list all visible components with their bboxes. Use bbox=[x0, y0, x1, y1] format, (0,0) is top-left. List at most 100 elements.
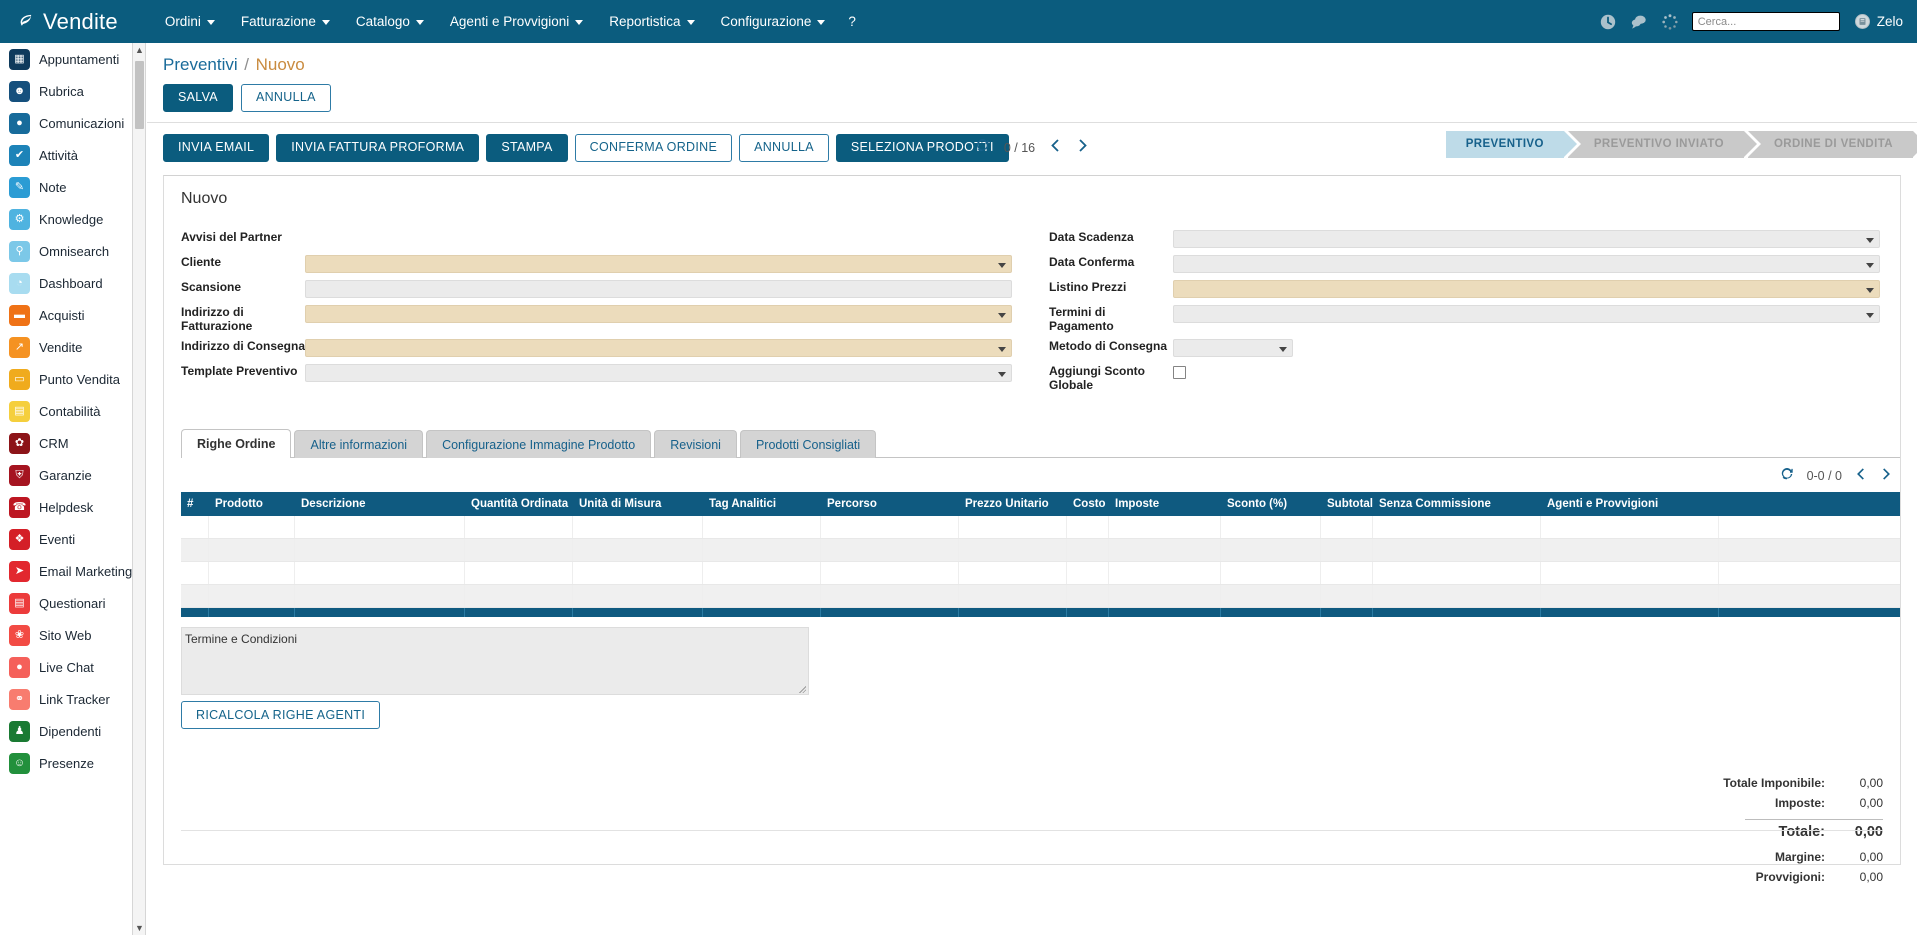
column-header[interactable]: Tag Analitici bbox=[703, 498, 821, 510]
sidebar-item-appuntamenti[interactable]: ▦ Appuntamenti bbox=[0, 43, 132, 75]
table-cell[interactable] bbox=[703, 515, 821, 538]
chevron-right-icon[interactable] bbox=[1880, 467, 1892, 485]
table-cell[interactable] bbox=[209, 561, 295, 584]
tab-revisioni[interactable]: Revisioni bbox=[654, 429, 737, 458]
table-cell[interactable] bbox=[573, 515, 703, 538]
clock-icon[interactable] bbox=[1599, 13, 1617, 31]
sidebar-item-acquisti[interactable]: ▬ Acquisti bbox=[0, 299, 132, 331]
sidebar-item-crm[interactable]: ✿ CRM bbox=[0, 427, 132, 459]
table-cell[interactable] bbox=[1321, 561, 1373, 584]
table-cell[interactable] bbox=[1373, 515, 1541, 538]
save-button[interactable]: SALVA bbox=[163, 84, 233, 112]
table-cell[interactable] bbox=[1541, 561, 1719, 584]
table-cell[interactable] bbox=[1067, 515, 1109, 538]
sidebar-item-dipendenti[interactable]: ♟ Dipendenti bbox=[0, 715, 132, 747]
table-cell[interactable] bbox=[1221, 561, 1321, 584]
table-cell[interactable] bbox=[1221, 515, 1321, 538]
menu-item-help[interactable]: ? bbox=[838, 8, 866, 35]
column-header[interactable]: Prezzo Unitario bbox=[959, 498, 1067, 510]
table-cell[interactable] bbox=[1067, 538, 1109, 561]
table-cell[interactable] bbox=[1541, 515, 1719, 538]
table-cell[interactable] bbox=[1109, 538, 1221, 561]
table-cell[interactable] bbox=[1373, 538, 1541, 561]
aggiungi-sconto-globale-checkbox[interactable] bbox=[1173, 365, 1186, 379]
sidebar-item-helpdesk[interactable]: ☎ Helpdesk bbox=[0, 491, 132, 523]
chevron-right-icon[interactable] bbox=[1076, 138, 1089, 157]
column-header[interactable]: Prodotto bbox=[209, 498, 295, 510]
column-header[interactable]: # bbox=[181, 498, 209, 510]
tab-configurazione-immagine-prodotto[interactable]: Configurazione Immagine Prodotto bbox=[426, 429, 652, 458]
table-cell[interactable] bbox=[209, 515, 295, 538]
menu-item-catalogo[interactable]: Catalogo bbox=[343, 8, 437, 35]
termini-pagamento-select[interactable] bbox=[1173, 304, 1880, 323]
table-cell[interactable] bbox=[959, 538, 1067, 561]
listino-prezzi-select[interactable] bbox=[1173, 279, 1880, 298]
tab-righe-ordine[interactable]: Righe Ordine bbox=[181, 428, 292, 458]
table-cell[interactable] bbox=[181, 538, 209, 561]
table-cell[interactable] bbox=[181, 515, 209, 538]
table-cell[interactable] bbox=[573, 584, 703, 607]
table-cell[interactable] bbox=[1109, 561, 1221, 584]
column-header[interactable]: Imposte bbox=[1109, 498, 1221, 510]
menu-item-reportistica[interactable]: Reportistica bbox=[596, 8, 707, 35]
menu-item-fatturazione[interactable]: Fatturazione bbox=[228, 8, 343, 35]
table-cell[interactable] bbox=[959, 515, 1067, 538]
sidebar-item-note[interactable]: ✎ Note bbox=[0, 171, 132, 203]
table-cell[interactable] bbox=[1541, 538, 1719, 561]
table-cell[interactable] bbox=[1109, 515, 1221, 538]
column-header[interactable]: Quantità Ordinata bbox=[465, 498, 573, 510]
tab-prodotti-consigliati[interactable]: Prodotti Consigliati bbox=[739, 429, 877, 458]
status-step-preventivo[interactable]: PREVENTIVO bbox=[1445, 130, 1578, 158]
table-cell[interactable] bbox=[703, 538, 821, 561]
status-step-preventivo-inviato[interactable]: PREVENTIVO INVIATO bbox=[1567, 130, 1758, 158]
brand-logo[interactable]: Vendite bbox=[18, 9, 118, 35]
scrollbar-thumb[interactable] bbox=[135, 61, 144, 129]
table-cell[interactable] bbox=[573, 538, 703, 561]
sidebar-item-sito-web[interactable]: ❀ Sito Web bbox=[0, 619, 132, 651]
column-header[interactable]: Sconto (%) bbox=[1221, 498, 1321, 510]
sidebar-item-comunicazioni[interactable]: ● Comunicazioni bbox=[0, 107, 132, 139]
table-cell[interactable] bbox=[1321, 515, 1373, 538]
table-cell[interactable] bbox=[1373, 584, 1541, 607]
chat-bubble-icon[interactable] bbox=[1630, 13, 1648, 31]
table-row[interactable] bbox=[181, 561, 1900, 585]
sidebar-item-contabilit[interactable]: ▤ Contabilità bbox=[0, 395, 132, 427]
terms-and-conditions-textarea[interactable]: Termine e Condizioni bbox=[181, 626, 809, 695]
sidebar-item-questionari[interactable]: ▤ Questionari bbox=[0, 587, 132, 619]
table-cell[interactable] bbox=[295, 561, 465, 584]
sidebar-item-email-marketing[interactable]: ➤ Email Marketing bbox=[0, 555, 132, 587]
table-cell[interactable] bbox=[295, 515, 465, 538]
data-conferma-select[interactable] bbox=[1173, 254, 1880, 273]
breadcrumb-parent[interactable]: Preventivi bbox=[163, 55, 238, 74]
table-cell[interactable] bbox=[465, 561, 573, 584]
table-cell[interactable] bbox=[1321, 538, 1373, 561]
annulla-button[interactable]: ANNULLA bbox=[739, 133, 829, 162]
user-menu[interactable]: Zelo bbox=[1854, 14, 1903, 29]
scansione-input[interactable] bbox=[305, 279, 1012, 298]
refresh-icon[interactable] bbox=[1780, 467, 1794, 485]
table-cell[interactable] bbox=[295, 538, 465, 561]
table-cell[interactable] bbox=[295, 584, 465, 607]
table-cell[interactable] bbox=[181, 561, 209, 584]
sidebar-item-eventi[interactable]: ❖ Eventi bbox=[0, 523, 132, 555]
table-cell[interactable] bbox=[821, 515, 959, 538]
resize-handle-icon[interactable] bbox=[799, 685, 806, 693]
table-cell[interactable] bbox=[1109, 584, 1221, 607]
column-header[interactable]: Senza Commissione bbox=[1373, 498, 1541, 510]
table-cell[interactable] bbox=[959, 584, 1067, 607]
column-header[interactable]: Percorso bbox=[821, 498, 959, 510]
invia-email-button[interactable]: INVIA EMAIL bbox=[163, 133, 270, 162]
column-header[interactable]: Unità di Misura bbox=[573, 498, 703, 510]
column-header[interactable]: Agenti e Provvigioni bbox=[1541, 498, 1719, 510]
table-cell[interactable] bbox=[703, 561, 821, 584]
sidebar-item-link-tracker[interactable]: ⚭ Link Tracker bbox=[0, 683, 132, 715]
table-cell[interactable] bbox=[573, 561, 703, 584]
tab-altre-informazioni[interactable]: Altre informazioni bbox=[294, 429, 424, 458]
menu-item-ordini[interactable]: Ordini bbox=[152, 8, 228, 35]
sidebar-item-live-chat[interactable]: ● Live Chat bbox=[0, 651, 132, 683]
scroll-down-icon[interactable]: ▼ bbox=[133, 921, 146, 935]
cancel-button[interactable]: ANNULLA bbox=[240, 84, 331, 112]
table-cell[interactable] bbox=[1067, 584, 1109, 607]
table-cell[interactable] bbox=[1221, 538, 1321, 561]
status-step-ordine-di-vendita[interactable]: ORDINE DI VENDITA bbox=[1747, 130, 1917, 158]
